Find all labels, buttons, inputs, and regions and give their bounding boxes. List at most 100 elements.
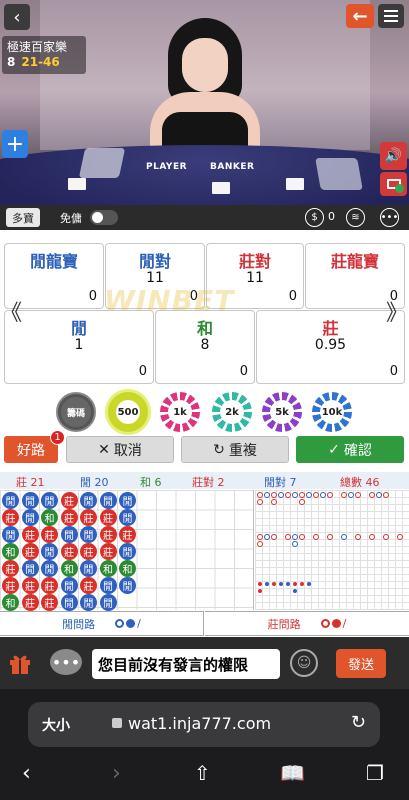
cancel-button[interactable]: ✕ 取消 xyxy=(66,436,174,463)
commission-free-label: 免傭 xyxy=(60,212,82,225)
bet-label: 莊龍寶 xyxy=(330,252,379,271)
back-button[interactable]: ‹ xyxy=(4,4,30,30)
address-bar[interactable]: 大小 wat1.inja777.com ↻ xyxy=(28,702,380,747)
banker-ask-road-button[interactable]: 莊問路 / xyxy=(205,611,409,636)
bead-result: 閒 xyxy=(80,560,97,577)
tabs-icon[interactable]: ❐ xyxy=(366,761,384,785)
scroll-left-arrow[interactable]: 《 xyxy=(0,295,22,327)
browser-back-icon[interactable]: ‹ xyxy=(22,761,31,786)
playing-card xyxy=(212,182,230,194)
chat-icon[interactable]: ••• xyxy=(50,649,82,675)
bet-player[interactable]: 閒 1 0 xyxy=(4,310,154,384)
chip-1k[interactable]: 1k xyxy=(160,392,200,432)
room-name: 極速百家樂 xyxy=(7,40,68,54)
bet-tie[interactable]: 和 8 0 xyxy=(155,310,255,384)
scroll-right-arrow[interactable]: 》 xyxy=(386,295,408,327)
chip-5k[interactable]: 5k xyxy=(262,392,302,432)
chip-500[interactable]: 500 xyxy=(108,392,148,432)
video-toggle-button[interactable] xyxy=(380,172,407,196)
wifi-icon[interactable]: ≋ xyxy=(346,208,365,227)
reload-icon[interactable]: ↻ xyxy=(351,712,366,733)
bead-result: 莊 xyxy=(2,560,19,577)
multi-bet-button[interactable]: 多寶 xyxy=(6,208,40,227)
bet-banker[interactable]: 莊 0.95 0 xyxy=(256,310,405,384)
bet-amount: 0 xyxy=(138,364,147,379)
bookmarks-icon[interactable]: 📖 xyxy=(280,761,305,785)
notification-badge: 1 xyxy=(50,430,65,445)
bead-result: 莊 xyxy=(2,577,19,594)
bead-result: 莊 xyxy=(80,543,97,560)
card-shoe xyxy=(78,148,126,178)
stat-banker: 莊 21 xyxy=(16,476,45,489)
dollar-icon: $ xyxy=(305,208,324,227)
bead-road: 閒閒閒莊閒閒閒莊閒和莊莊莊閒閒莊莊閒閒莊莊和莊閒莊莊莊閒莊閒閒和閒和和莊莊莊閒莊… xyxy=(0,490,254,611)
room-info: 極速百家樂 8 21-46 xyxy=(2,36,86,74)
chip-settings-button[interactable]: 籌碼 xyxy=(56,392,96,432)
repeat-icon: ↻ xyxy=(213,441,225,458)
winbet-watermark: WINBET xyxy=(104,284,235,317)
round-number: 21-46 xyxy=(21,55,60,69)
bet-label: 和 xyxy=(196,319,213,338)
bead-result: 莊 xyxy=(60,509,78,526)
bead-result: 閒 xyxy=(119,543,136,560)
player-ask-road-button[interactable]: 閒問路 / xyxy=(0,611,204,636)
bead-result: 閒 xyxy=(80,594,97,611)
bead-result: 莊 xyxy=(41,526,58,543)
bead-result: 和 xyxy=(2,594,19,611)
banker-ask-label: 莊問路 xyxy=(267,617,301,631)
bet-odds: 0.95 xyxy=(314,337,347,353)
player-zone-label: PLAYER xyxy=(146,162,188,172)
banker-zone-label: BANKER xyxy=(210,162,255,172)
emoji-icon[interactable]: ☺ xyxy=(290,649,318,677)
browser-forward-icon[interactable]: › xyxy=(112,761,121,786)
shoe-number: 8 xyxy=(7,55,16,69)
send-button[interactable]: 發送 xyxy=(336,649,386,678)
dealer-face xyxy=(182,38,228,92)
chat-input[interactable]: 您目前沒有發言的權限 xyxy=(92,649,280,679)
playing-card xyxy=(68,178,86,190)
gift-icon[interactable] xyxy=(8,651,32,675)
text-size-button[interactable]: 大小 xyxy=(42,715,70,735)
more-icon[interactable]: ••• xyxy=(380,208,399,227)
bead-result: 莊 xyxy=(80,509,97,526)
chip-2k[interactable]: 2k xyxy=(212,392,252,432)
confirm-button[interactable]: ✓ 確認 xyxy=(296,436,404,463)
arrow-left-icon: ← xyxy=(352,5,368,27)
chip-settings-label: 籌碼 xyxy=(61,397,91,427)
bead-result: 閒 xyxy=(21,492,39,509)
bead-result: 閒 xyxy=(41,543,58,560)
bead-result: 莊 xyxy=(80,577,97,594)
chip-10k[interactable]: 10k xyxy=(312,392,352,432)
commission-free-toggle[interactable] xyxy=(90,210,118,225)
bead-result: 莊 xyxy=(99,509,117,526)
bet-amount: 0 xyxy=(239,364,248,379)
bead-result: 莊 xyxy=(2,509,19,526)
menu-button[interactable] xyxy=(378,4,404,28)
bead-result: 和 xyxy=(99,560,117,577)
repeat-button[interactable]: ↻ 重複 xyxy=(181,436,289,463)
bead-result: 和 xyxy=(2,543,19,560)
exit-button[interactable]: ← xyxy=(346,4,374,28)
close-icon: ✕ xyxy=(98,441,110,458)
bet-label: 閒龍寶 xyxy=(29,252,78,271)
cancel-label: 取消 xyxy=(113,442,142,459)
confirm-label: 確認 xyxy=(343,442,372,459)
bead-result: 閒 xyxy=(60,594,78,611)
bead-result: 莊 xyxy=(119,526,136,543)
road-symbols-icon: / xyxy=(115,617,141,630)
bet-label: 莊 xyxy=(322,319,339,338)
bead-result: 閒 xyxy=(21,560,39,577)
chevron-left-icon: ‹ xyxy=(13,6,21,28)
add-table-button[interactable]: + xyxy=(2,130,28,158)
bet-label: 閒 xyxy=(70,319,87,338)
lock-icon xyxy=(112,718,122,728)
bet-amount: 0 xyxy=(88,289,97,304)
sound-button[interactable]: 🔊 xyxy=(380,142,407,170)
bead-result: 莊 xyxy=(60,543,78,560)
player-ask-label: 閒問路 xyxy=(62,617,96,631)
share-icon[interactable]: ⇧ xyxy=(194,761,211,785)
discard-box xyxy=(315,158,363,190)
bead-result: 和 xyxy=(60,560,78,577)
speaker-icon: 🔊 xyxy=(384,148,403,164)
chip-value: 2k xyxy=(220,400,244,424)
